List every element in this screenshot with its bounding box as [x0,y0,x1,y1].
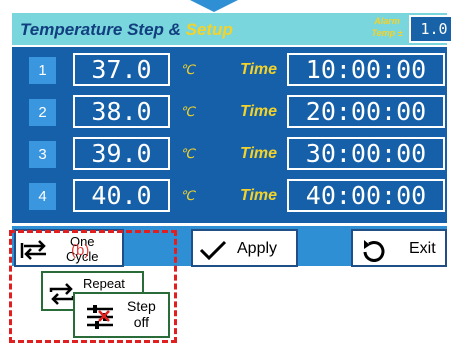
down-arrow-indicator [190,0,238,12]
celsius-unit: ℃ [180,62,195,77]
time-label: Time [240,145,278,162]
step-row: 3 39.0 ℃ Time 30:00:00 [12,137,447,171]
title-main: Temperature Step & [20,20,186,39]
exit-label: Exit [409,240,436,257]
time-label: Time [240,61,278,78]
alarm-temp-label: Alarm Temp ± [368,15,406,39]
checkmark-icon [199,240,227,260]
page-title: Temperature Step & Setup [20,20,233,40]
step-temperature-field[interactable]: 39.0 [73,137,170,170]
highlight-dashed-box [9,230,177,343]
apply-label: Apply [237,240,278,257]
undo-arrow-icon [363,240,385,262]
step-time-field[interactable]: 10:00:00 [287,53,445,86]
step-time-field[interactable]: 30:00:00 [287,137,445,170]
step-row: 4 40.0 ℃ Time 40:00:00 [12,179,447,213]
step-time-field[interactable]: 20:00:00 [287,95,445,128]
step-number: 2 [29,99,56,126]
step-temperature-field[interactable]: 40.0 [73,179,170,212]
alarm-temp-field[interactable]: 1.0 [409,15,451,43]
alarm-label-line1: Alarm [374,16,400,26]
celsius-unit: ℃ [180,104,195,119]
step-row: 2 38.0 ℃ Time 20:00:00 [12,95,447,129]
step-setup-panel: 1 37.0 ℃ Time 10:00:00 2 38.0 ℃ Time 20:… [12,47,447,223]
header-bar: Temperature Step & Setup Alarm Temp ± 1.… [12,13,451,45]
time-label: Time [240,187,278,204]
step-time-field[interactable]: 40:00:00 [287,179,445,212]
exit-button[interactable]: Exit [351,229,447,267]
step-temperature-field[interactable]: 37.0 [73,53,170,86]
time-label: Time [240,103,278,120]
title-accent: Setup [185,20,233,39]
celsius-unit: ℃ [180,146,195,161]
step-number: 4 [29,183,56,210]
step-number: 1 [29,57,56,84]
step-number: 3 [29,141,56,168]
apply-button[interactable]: Apply [191,229,298,267]
step-row: 1 37.0 ℃ Time 10:00:00 [12,53,447,87]
celsius-unit: ℃ [180,188,195,203]
alarm-label-line2: Temp ± [371,28,403,38]
step-temperature-field[interactable]: 38.0 [73,95,170,128]
